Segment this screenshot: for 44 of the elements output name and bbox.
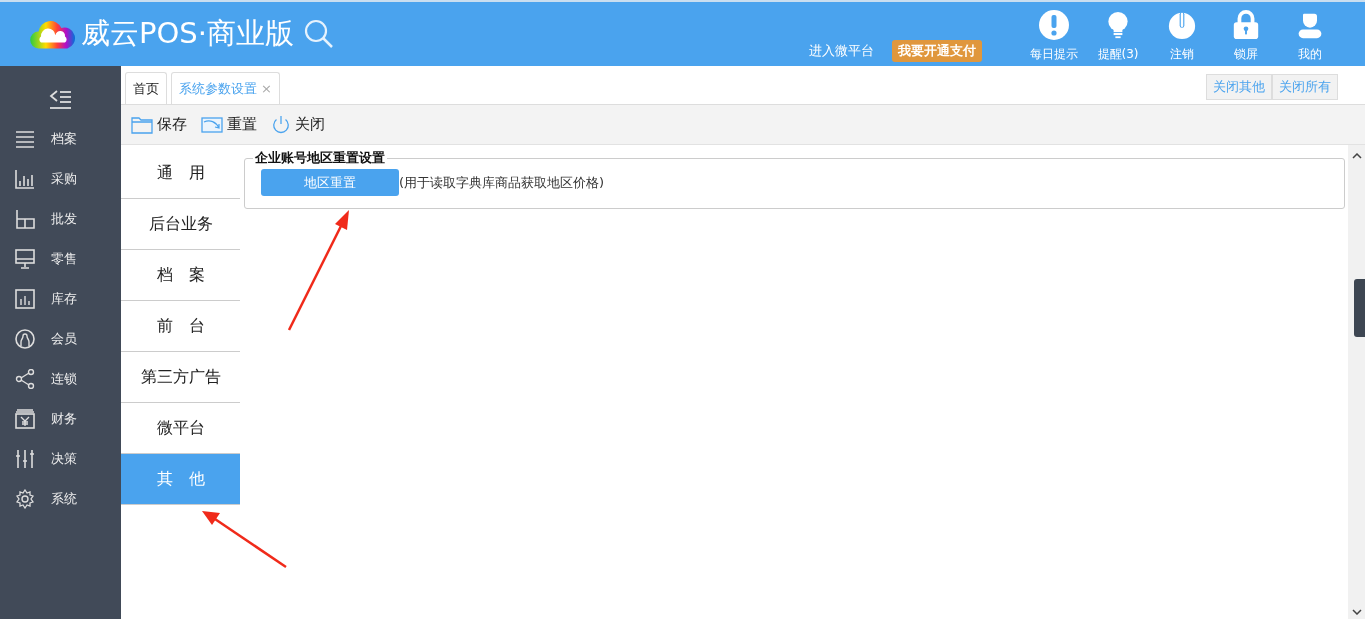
alert-icon[interactable] (1038, 9, 1070, 41)
page-tab[interactable]: 首页 (125, 72, 167, 104)
scroll-down-icon[interactable] (1351, 609, 1362, 615)
sidebar-item[interactable]: 决策 (0, 439, 121, 479)
collapse-menu-icon[interactable] (48, 88, 73, 110)
settings-icon (15, 489, 35, 509)
yen-icon (15, 409, 35, 429)
hint-text: (用于读取字典库商品获取地区价格) (399, 173, 605, 192)
settings-category[interactable]: 前 台 (121, 301, 240, 352)
toolbar-button[interactable]: 重置 (201, 115, 257, 134)
chart-icon (15, 289, 35, 309)
folder-icon (131, 115, 153, 134)
sidebar-item[interactable]: 会员 (0, 319, 121, 359)
search-icon[interactable] (303, 19, 334, 49)
settings-category[interactable]: 第三方广告 (121, 352, 240, 403)
toolbar-button[interactable]: 关闭 (271, 114, 325, 135)
blocks-icon (15, 209, 35, 229)
power-icon[interactable] (1167, 9, 1197, 41)
scroll-thumb[interactable] (1354, 279, 1365, 337)
toolbar-button[interactable]: 保存 (131, 115, 187, 134)
sidebar-item[interactable]: 批发 (0, 199, 121, 239)
group-legend: 企业账号地区重置设置 (253, 149, 387, 167)
share-icon (15, 369, 35, 389)
scrollbar[interactable] (1348, 145, 1365, 619)
sidebar-item[interactable]: 连锁 (0, 359, 121, 399)
bar-chart-icon (15, 169, 35, 189)
sidebar-item[interactable]: 系统 (0, 479, 121, 519)
settings-category[interactable]: 通 用 (121, 148, 240, 199)
image-icon (201, 115, 223, 134)
sidebar-item[interactable]: 库存 (0, 279, 121, 319)
power-icon (271, 114, 291, 135)
settings-category[interactable]: 后台业务 (121, 199, 240, 250)
sidebar-item[interactable]: 档案 (0, 119, 121, 159)
sidebar-item[interactable]: 采购 (0, 159, 121, 199)
settings-category[interactable]: 档 案 (121, 250, 240, 301)
sidebar-item[interactable]: 零售 (0, 239, 121, 279)
member-icon (15, 329, 35, 349)
list-icon (15, 129, 35, 149)
app-title: 威云POS·商业版 (81, 15, 294, 52)
lock-icon[interactable] (1231, 9, 1261, 41)
scroll-up-icon[interactable] (1351, 153, 1362, 159)
sidebar-item[interactable]: 财务 (0, 399, 121, 439)
monitor-icon (15, 249, 35, 269)
sliders-icon (15, 449, 35, 469)
